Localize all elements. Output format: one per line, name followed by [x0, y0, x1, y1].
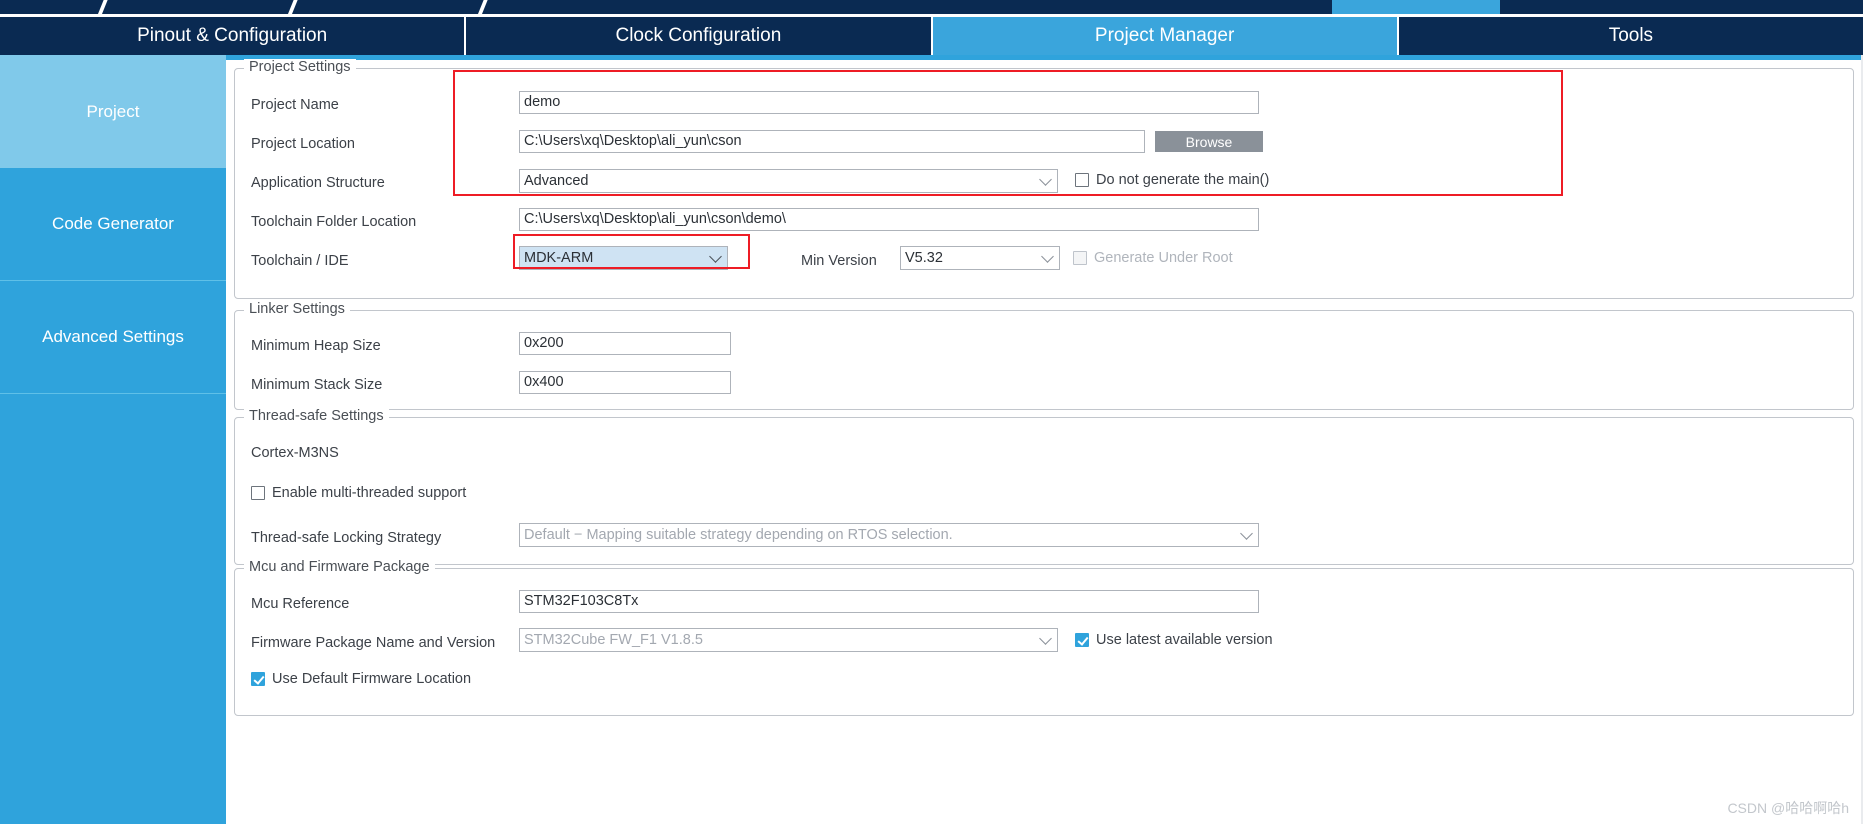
group-title-mcu-firmware-package: Mcu and Firmware Package [244, 559, 435, 575]
tab-label: Tools [1609, 25, 1653, 47]
group-title-project-settings: Project Settings [244, 59, 356, 75]
checkbox-box [1075, 173, 1089, 187]
do-not-generate-main-label: Do not generate the main() [1096, 172, 1269, 188]
generate-under-root-label: Generate Under Root [1094, 250, 1233, 266]
tab-tools[interactable]: Tools [1399, 17, 1863, 55]
min-version-select[interactable]: V5.32 [900, 246, 1060, 270]
group-title-linker-settings: Linker Settings [244, 301, 350, 317]
toolchain-ide-value: MDK-ARM [524, 250, 593, 266]
group-linker-settings: Linker Settings Minimum Heap Size 0x200 … [234, 310, 1854, 410]
firmware-package-select[interactable]: STM32Cube FW_F1 V1.8.5 [519, 628, 1058, 652]
chevron-down-icon [1240, 527, 1253, 540]
label-minimum-stack-size: Minimum Stack Size [251, 375, 382, 395]
label-minimum-heap-size: Minimum Heap Size [251, 336, 381, 356]
sidebar-item-label: Project [87, 102, 140, 122]
checkbox-box [251, 486, 265, 500]
label-core-name: Cortex-M3NS [251, 443, 339, 463]
generate-under-root-checkbox[interactable]: Generate Under Root [1073, 250, 1233, 266]
enable-multi-threaded-support-checkbox[interactable]: Enable multi-threaded support [251, 485, 466, 501]
chevron-down-icon [709, 250, 722, 263]
pane-top-accent [226, 55, 1863, 60]
project-manager-sidebar: Project Code Generator Advanced Settings [0, 55, 226, 824]
label-min-version: Min Version [801, 251, 877, 271]
chevron-down-icon [1039, 173, 1052, 186]
project-name-input[interactable]: demo [519, 91, 1259, 114]
label-toolchain-ide: Toolchain / IDE [251, 251, 349, 271]
sidebar-item-advanced-settings[interactable]: Advanced Settings [0, 281, 226, 394]
sidebar-item-code-generator[interactable]: Code Generator [0, 168, 226, 281]
label-toolchain-folder-location: Toolchain Folder Location [251, 212, 416, 232]
label-project-location: Project Location [251, 134, 355, 154]
tab-label: Pinout & Configuration [137, 25, 327, 47]
tab-project-manager[interactable]: Project Manager [933, 17, 1399, 55]
use-default-firmware-location-label: Use Default Firmware Location [272, 671, 471, 687]
firmware-package-value: STM32Cube FW_F1 V1.8.5 [524, 632, 703, 648]
banner-active-indicator [1332, 0, 1500, 14]
use-default-firmware-location-checkbox[interactable]: Use Default Firmware Location [251, 671, 471, 687]
sidebar-item-label: Advanced Settings [42, 327, 184, 347]
minimum-heap-size-input[interactable]: 0x200 [519, 332, 731, 355]
chevron-down-icon [1041, 250, 1054, 263]
checkbox-box [1075, 633, 1089, 647]
browse-button[interactable]: Browse [1155, 131, 1263, 152]
group-mcu-firmware-package: Mcu and Firmware Package Mcu Reference S… [234, 568, 1854, 716]
sidebar-item-label: Code Generator [52, 214, 174, 234]
tab-clock-configuration[interactable]: Clock Configuration [466, 17, 932, 55]
min-version-value: V5.32 [905, 250, 943, 266]
watermark-text: CSDN @哈哈啊哈h [1727, 798, 1849, 818]
group-title-thread-safe-settings: Thread-safe Settings [244, 408, 389, 424]
group-thread-safe-settings: Thread-safe Settings Cortex-M3NS Enable … [234, 417, 1854, 565]
application-structure-select[interactable]: Advanced [519, 169, 1058, 193]
do-not-generate-main-checkbox[interactable]: Do not generate the main() [1075, 172, 1269, 188]
checkbox-box [251, 672, 265, 686]
sidebar-filler [0, 394, 226, 824]
application-structure-value: Advanced [524, 173, 589, 189]
minimum-stack-size-input[interactable]: 0x400 [519, 371, 731, 394]
label-mcu-reference: Mcu Reference [251, 594, 349, 614]
thread-safe-locking-strategy-value: Default − Mapping suitable strategy depe… [524, 527, 953, 543]
banner-slash-icon [283, 0, 301, 14]
label-project-name: Project Name [251, 95, 339, 115]
title-banner [0, 0, 1863, 14]
thread-safe-locking-strategy-select[interactable]: Default − Mapping suitable strategy depe… [519, 523, 1259, 547]
project-location-input[interactable]: C:\Users\xq\Desktop\ali_yun\cson [519, 130, 1145, 153]
banner-slash-icon [473, 0, 491, 14]
use-latest-available-version-label: Use latest available version [1096, 632, 1273, 648]
label-application-structure: Application Structure [251, 173, 385, 193]
label-firmware-package: Firmware Package Name and Version [251, 633, 495, 653]
chevron-down-icon [1039, 632, 1052, 645]
banner-slash-icon [93, 0, 111, 14]
checkbox-box [1073, 251, 1087, 265]
tab-label: Project Manager [1095, 25, 1234, 47]
tab-pinout-configuration[interactable]: Pinout & Configuration [0, 17, 466, 55]
use-latest-available-version-checkbox[interactable]: Use latest available version [1075, 632, 1273, 648]
toolchain-ide-select[interactable]: MDK-ARM [519, 246, 728, 270]
enable-multi-threaded-support-label: Enable multi-threaded support [272, 485, 466, 501]
label-thread-safe-locking-strategy: Thread-safe Locking Strategy [251, 528, 441, 548]
mcu-reference-input[interactable]: STM32F103C8Tx [519, 590, 1259, 613]
toolchain-folder-location-input[interactable]: C:\Users\xq\Desktop\ali_yun\cson\demo\ [519, 208, 1259, 231]
tab-label: Clock Configuration [615, 25, 781, 47]
main-tabbar: Pinout & Configuration Clock Configurati… [0, 17, 1863, 55]
project-settings-pane: Project Settings Project Name demo Proje… [226, 55, 1863, 824]
sidebar-item-project[interactable]: Project [0, 55, 226, 168]
group-project-settings: Project Settings Project Name demo Proje… [234, 68, 1854, 299]
stm32cubemx-window: Pinout & Configuration Clock Configurati… [0, 0, 1863, 824]
